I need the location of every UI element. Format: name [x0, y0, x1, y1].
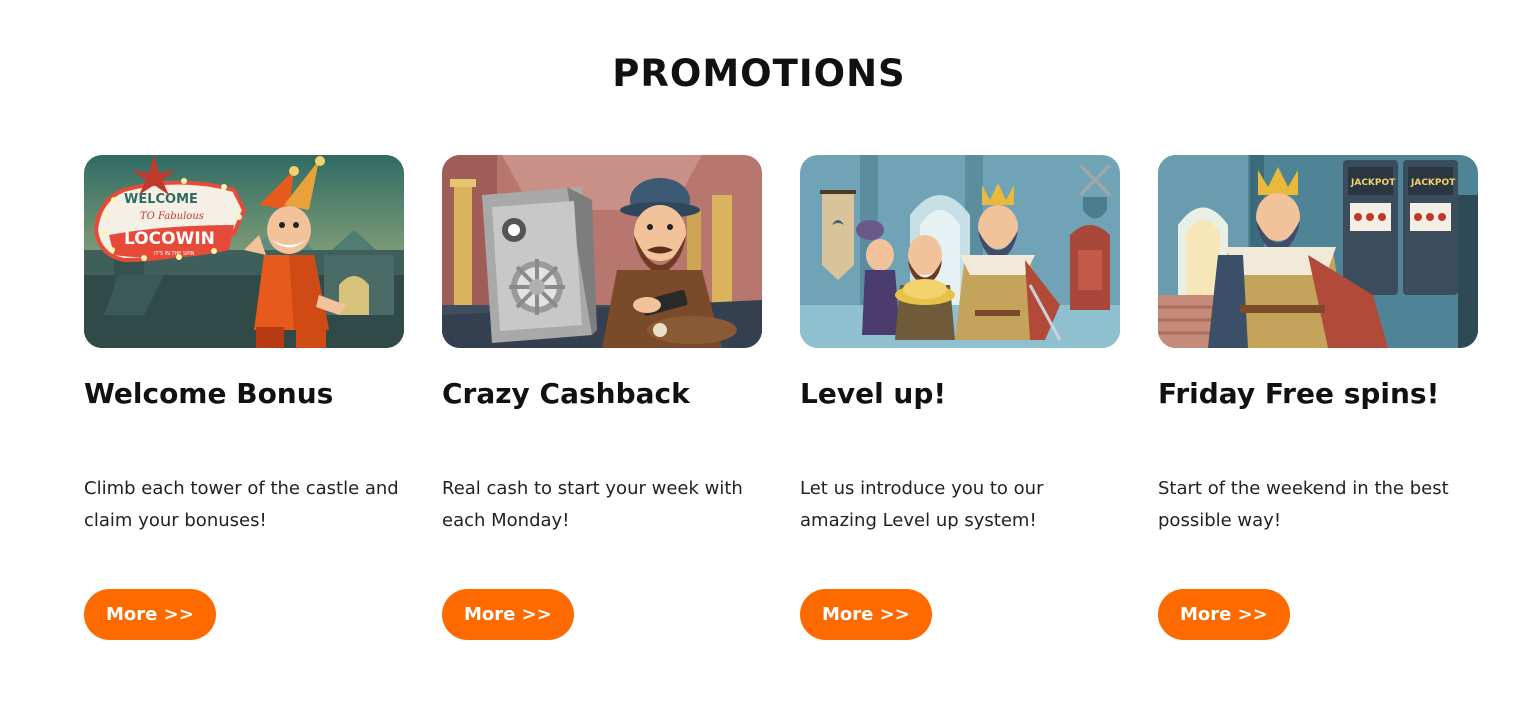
safe-illustration: [442, 155, 762, 348]
promo-title: Welcome Bonus: [84, 377, 334, 410]
promo-image-level-up[interactable]: [800, 155, 1120, 348]
king-slots-illustration: JACKPOT JACKPOT: [1158, 155, 1478, 348]
promo-image-crazy-cashback[interactable]: [442, 155, 762, 348]
promo-description: Start of the weekend in the best possibl…: [1158, 478, 1449, 531]
promo-title: Friday Free spins!: [1158, 377, 1440, 410]
jester-illustration: WELCOME TO Fabulous LOCOWIN IT'S IN THE …: [84, 155, 404, 348]
promo-image-welcome-bonus[interactable]: WELCOME TO Fabulous LOCOWIN IT'S IN THE …: [84, 155, 404, 348]
slot-text-jackpot-left: JACKPOT: [1350, 178, 1396, 188]
promo-card-level-up: Level up! Let us introduce you to our am…: [800, 155, 1120, 655]
slot-text-jackpot-right: JACKPOT: [1410, 178, 1456, 188]
promo-card-crazy-cashback: Crazy Cashback Real cash to start your w…: [442, 155, 762, 655]
promo-description: Climb each tower of the castle and claim…: [84, 478, 399, 531]
promo-title: Level up!: [800, 377, 947, 410]
promo-description: Let us introduce you to our amazing Leve…: [800, 478, 1044, 531]
page-title: PROMOTIONS: [612, 52, 906, 95]
promo-image-friday-free-spins[interactable]: JACKPOT JACKPOT: [1158, 155, 1478, 348]
promo-card-friday-free-spins: JACKPOT JACKPOT Friday Free spins! Start…: [1158, 155, 1478, 655]
sign-text-welcome: WELCOME: [124, 192, 198, 207]
promo-title: Crazy Cashback: [442, 377, 690, 410]
throne-room-illustration: [800, 155, 1120, 348]
sign-text-locowin: LOCOWIN: [124, 229, 215, 249]
more-button[interactable]: More >>: [442, 589, 574, 640]
more-button[interactable]: More >>: [84, 589, 216, 640]
more-button[interactable]: More >>: [800, 589, 932, 640]
more-button[interactable]: More >>: [1158, 589, 1290, 640]
sign-text-fabulous: TO Fabulous: [140, 211, 204, 222]
promo-description: Real cash to start your week with each M…: [442, 478, 743, 531]
sign-text-spin: IT'S IN THE SPIN: [154, 251, 195, 257]
promo-card-welcome-bonus: WELCOME TO Fabulous LOCOWIN IT'S IN THE …: [84, 155, 404, 655]
